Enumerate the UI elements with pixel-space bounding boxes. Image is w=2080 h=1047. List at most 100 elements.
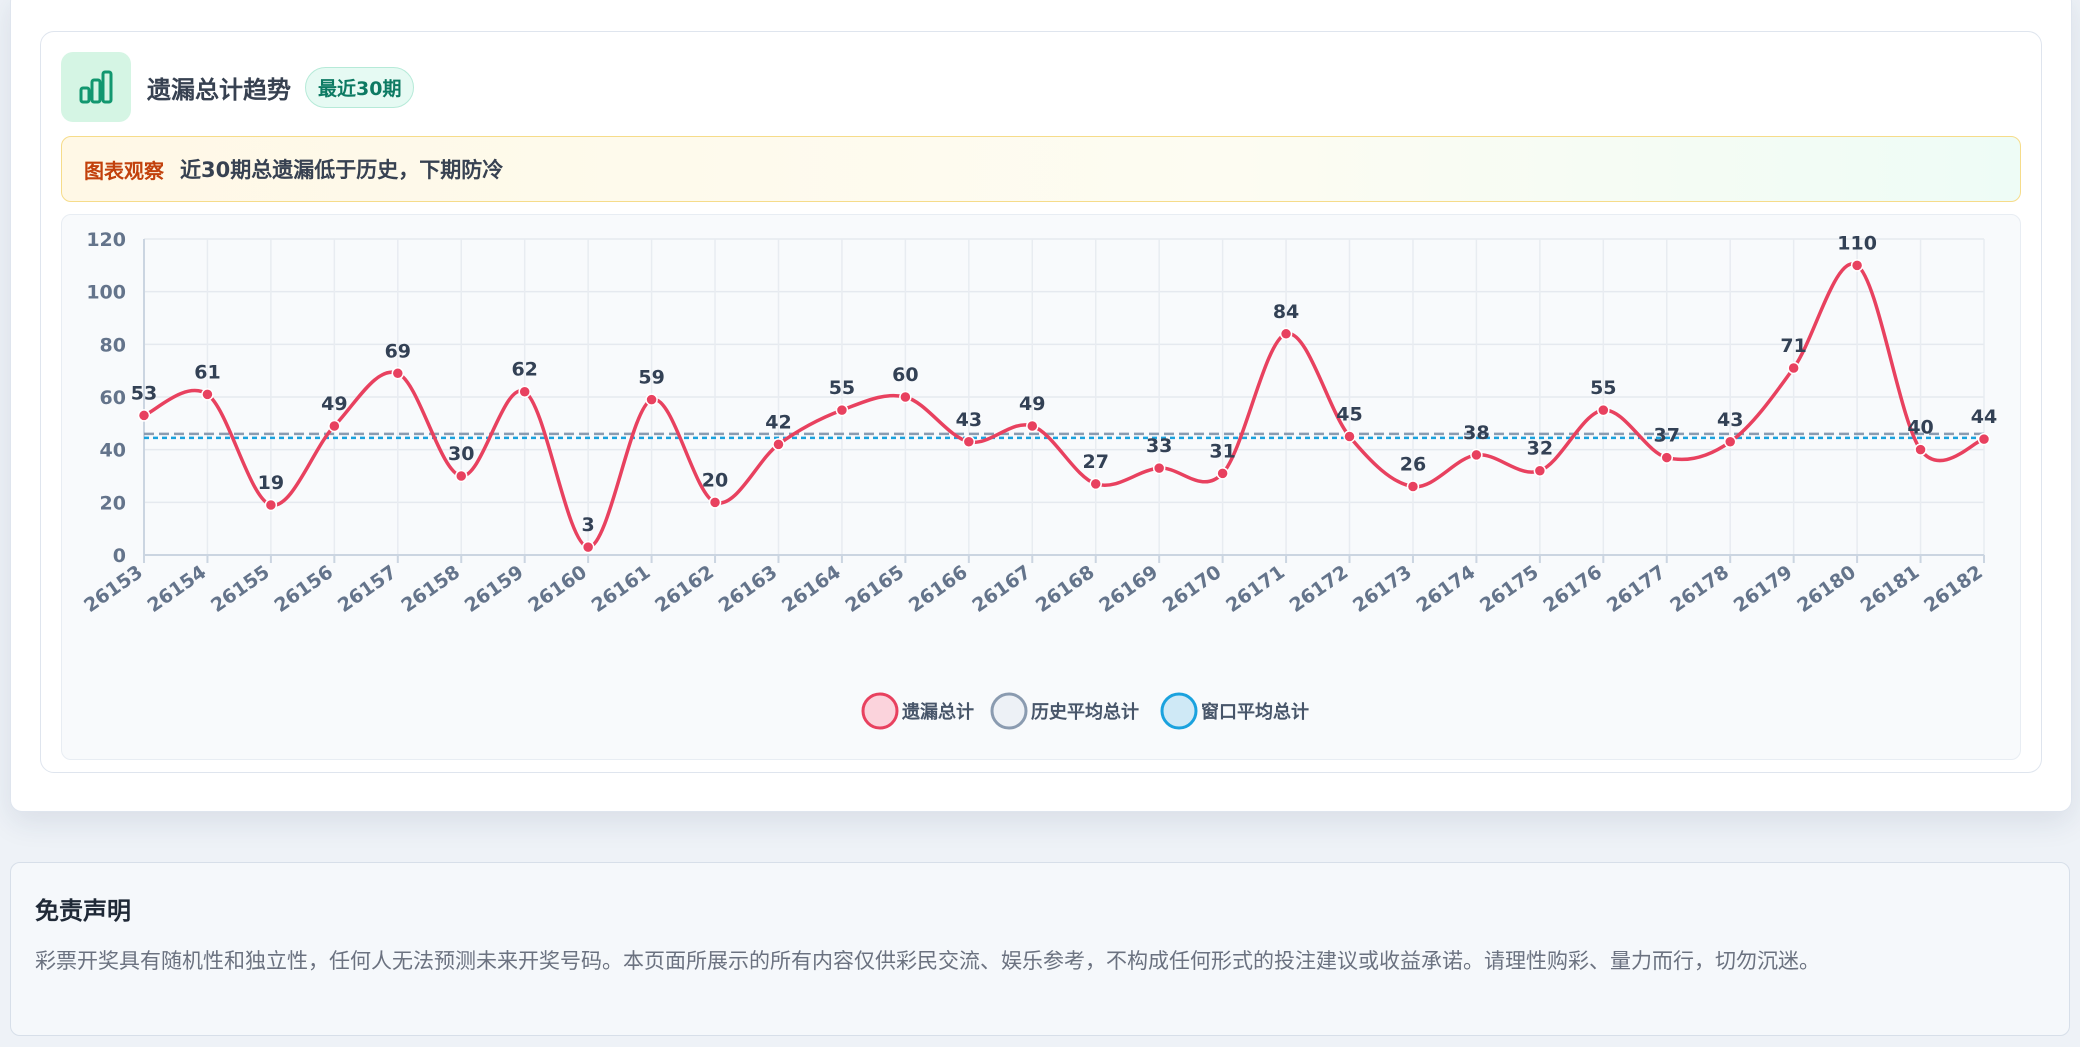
data-label: 43 [956,409,982,431]
data-point [1850,259,1864,272]
x-tick-label: 26166 [905,561,972,617]
period-badge: 最近30期 [305,66,415,108]
data-label: 110 [1837,232,1877,254]
data-point [835,403,849,417]
data-label: 62 [511,359,537,381]
legend-marker [990,692,1028,730]
data-point [1343,430,1356,443]
data-label: 27 [1082,451,1108,473]
data-point [1152,461,1166,475]
data-point [962,435,976,449]
legend-label: 历史平均总计 [1031,701,1139,723]
legend-label: 窗口平均总计 [1201,701,1309,723]
data-label: 60 [892,364,918,386]
x-tick-label: 26175 [1476,561,1543,617]
data-point [708,496,722,509]
x-tick-label: 26161 [588,561,655,617]
x-tick-label: 26160 [524,561,591,617]
data-label: 37 [1654,425,1680,447]
x-tick-label: 26180 [1793,561,1860,617]
data-point [772,438,785,451]
disclaimer-panel: 免责声明 彩票开奖具有随机性和独立性，任何人无法预测未来开奖号码。本页面所展示的… [10,862,2070,1036]
x-tick-label: 26159 [461,561,528,617]
x-tick-label: 26176 [1539,561,1606,617]
data-label: 49 [321,393,347,415]
x-tick-label: 26177 [1603,561,1670,617]
data-point [581,540,595,554]
data-point [1406,480,1420,493]
data-point [1787,361,1800,375]
data-label: 33 [1146,435,1172,457]
data-point [137,409,151,422]
data-label: 49 [1019,393,1045,415]
x-tick-label: 26181 [1857,561,1924,617]
data-point [518,385,531,398]
data-label: 71 [1780,335,1806,357]
x-tick-label: 26157 [334,561,401,617]
chart-header: 遗漏总计趋势 最近30期 [61,52,415,122]
x-tick-label: 26170 [1159,561,1226,617]
data-label: 3 [582,514,595,536]
series-line [143,262,1985,549]
data-point [1660,451,1674,464]
legend-marker [861,692,899,730]
chart-section: 遗漏总计趋势 最近30期 图表观察 近30期总遗漏低于历史，下期防冷 0 20 40… [40,31,2042,773]
bar-chart-icon [61,52,131,122]
x-tick-label: 26169 [1095,561,1162,617]
x-tick-label: 26182 [1920,561,1987,617]
x-tick-label: 26174 [1413,561,1480,617]
data-label: 59 [638,367,664,389]
legend: 遗漏总计 历史平均总计 窗口平均总计 [861,692,1309,730]
legend-series: 遗漏总计 [861,692,974,730]
x-tick-label: 26153 [80,561,147,617]
x-tick-label: 26172 [1286,561,1353,617]
legend-label: 遗漏总计 [901,701,974,723]
x-tick-label: 26178 [1666,561,1733,617]
grid [143,238,1985,556]
legend-marker [1160,692,1198,730]
data-point [391,367,405,380]
x-tick-label: 26167 [968,561,1035,617]
x-tick-label: 26154 [144,561,211,617]
data-label: 45 [1336,404,1362,426]
data-point [899,390,912,404]
y-tick-label: 100 [86,282,126,304]
y-tick-label: 20 [100,492,126,514]
x-tick-label: 26165 [841,561,908,617]
data-label: 84 [1273,301,1299,323]
data-point [1977,432,1991,446]
observation-banner: 图表观察 近30期总遗漏低于历史，下期防冷 [61,136,2021,202]
legend-history-average: 历史平均总计 [990,692,1139,730]
data-point [201,388,214,401]
x-tick-label: 26162 [651,561,718,617]
y-tick-label: 80 [100,334,126,356]
observation-text: 近30期总遗漏低于历史，下期防冷 [180,158,504,182]
data-point [1470,448,1483,462]
data-label: 38 [1463,422,1489,444]
x-tick-label: 26171 [1222,561,1289,617]
chart-title: 遗漏总计趋势 [147,75,291,104]
data-point [1533,464,1547,477]
y-tick-label: 40 [100,440,126,462]
disclaimer-title: 免责声明 [35,897,131,925]
x-tick-label: 26156 [270,561,337,617]
data-label: 19 [258,472,284,494]
disclaimer-text: 彩票开奖具有随机性和独立性，任何人无法预测未来开奖号码。本页面所展示的所有内容仅… [35,949,1820,973]
data-label: 53 [131,382,157,404]
data-label: 69 [385,340,411,362]
x-tick-label: 26158 [397,561,464,617]
data-label: 55 [1590,377,1616,399]
data-label: 40 [1907,417,1933,439]
x-tick-label: 26164 [778,561,845,617]
data-point [1914,443,1927,456]
data-label: 42 [765,411,791,433]
chart-panel: 0 20 40 60 80 100 120 26153 26154 26155 26156 26157… [61,214,2021,760]
legend-window-average: 窗口平均总计 [1160,692,1309,730]
data-label: 44 [1971,406,1997,428]
data-label: 20 [702,469,728,491]
x-tick-label: 26155 [207,561,274,617]
data-point [1089,477,1102,491]
data-point [1597,403,1610,417]
data-label: 26 [1400,454,1426,476]
y-tick-label: 120 [86,229,126,251]
